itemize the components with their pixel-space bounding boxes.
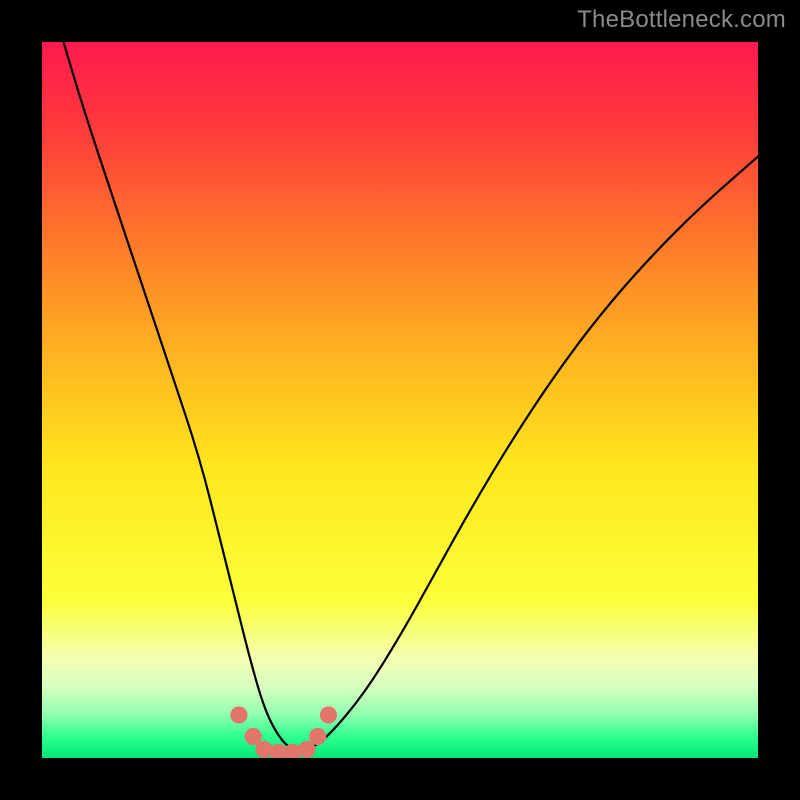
plot-area: [42, 42, 758, 758]
bottleneck-curve: [42, 42, 758, 758]
highlight-dot: [320, 706, 337, 723]
highlight-dot: [255, 741, 272, 758]
chart-frame: TheBottleneck.com: [0, 0, 800, 800]
highlight-dot: [309, 728, 326, 745]
watermark-text: TheBottleneck.com: [577, 6, 786, 34]
highlight-dot: [230, 706, 247, 723]
